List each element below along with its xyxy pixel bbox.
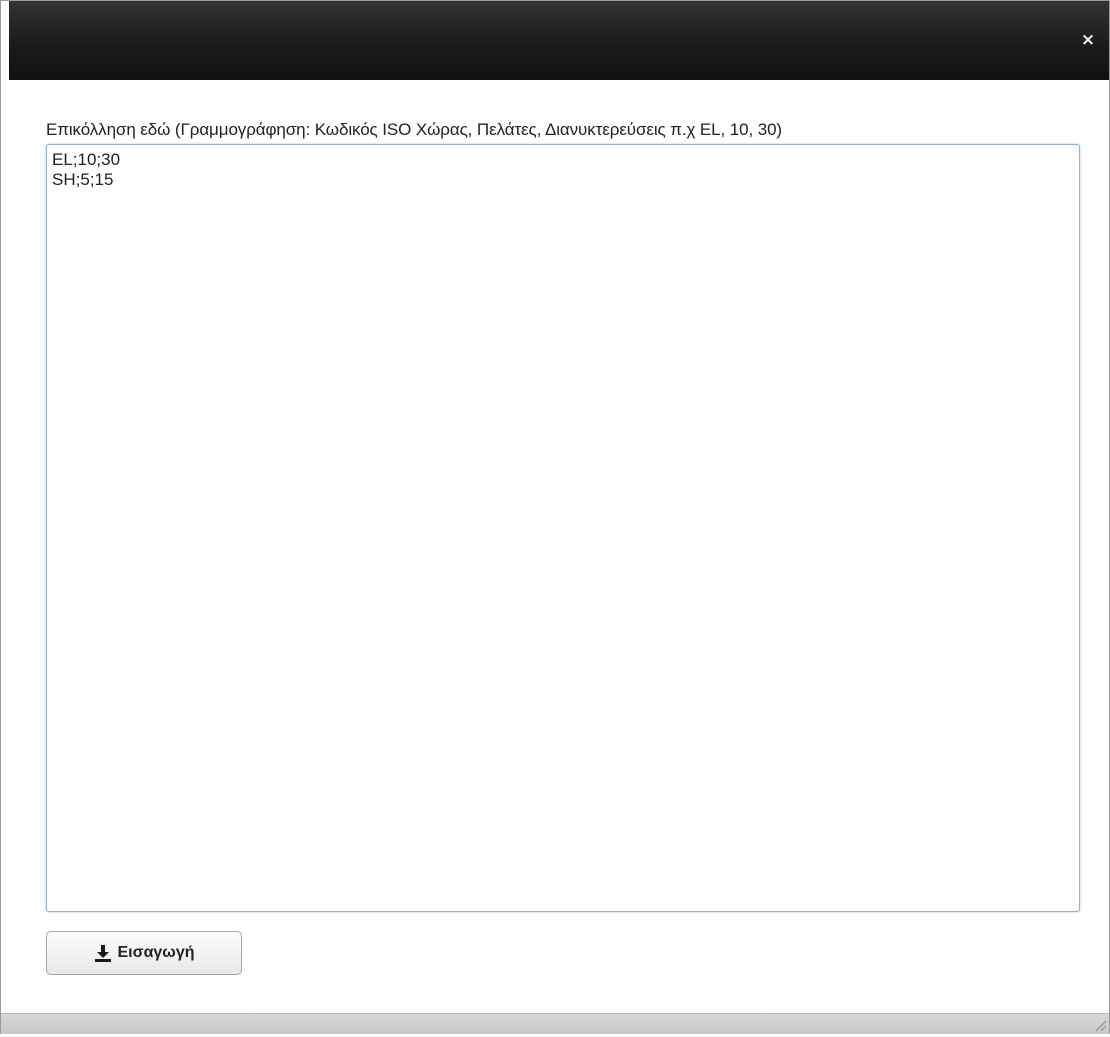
import-dialog: × Επικόλληση εδώ (Γραμμογράφηση: Κωδικός… [0, 0, 1110, 1034]
close-icon[interactable]: × [1079, 31, 1097, 49]
import-button[interactable]: Εισαγωγή [46, 931, 242, 975]
dialog-titlebar[interactable]: × [9, 1, 1109, 80]
dialog-footer-bar [1, 1013, 1109, 1034]
paste-textarea[interactable] [46, 144, 1080, 912]
import-button-label: Εισαγωγή [117, 944, 195, 961]
resize-grip-icon[interactable] [1093, 1018, 1107, 1032]
paste-label: Επικόλληση εδώ (Γραμμογράφηση: Κωδικός I… [46, 120, 782, 139]
download-icon [94, 944, 112, 962]
